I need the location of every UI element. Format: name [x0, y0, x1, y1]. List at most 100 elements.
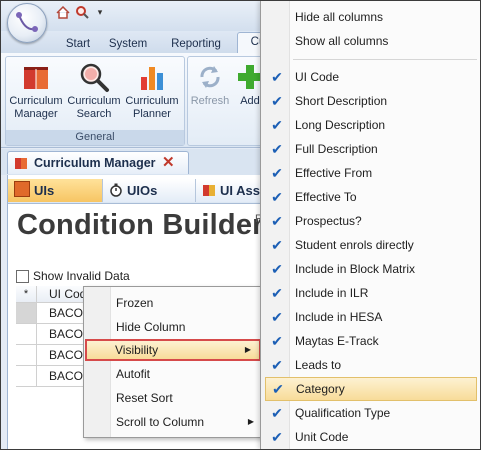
column-label: Effective From — [295, 166, 373, 180]
menu-item-reset-sort-label: Reset Sort — [116, 391, 173, 405]
column-label: Include in HESA — [295, 310, 383, 324]
page-title: Condition Builder — [17, 209, 264, 241]
application-menu-button[interactable] — [7, 3, 47, 43]
grid-header-marker: * — [16, 286, 37, 302]
column-toggle-maytas-e-track[interactable]: ✔ Maytas E-Track — [265, 329, 477, 353]
checkmark-icon: ✔ — [271, 405, 283, 421]
menu-item-reset-sort[interactable]: Reset Sort — [86, 387, 262, 409]
menu-item-visibility-label: Visibility — [115, 343, 159, 357]
column-toggle-long-description[interactable]: ✔ Long Description — [265, 113, 477, 137]
show-all-columns-label: Show all columns — [295, 34, 389, 48]
show-invalid-data-toggle[interactable]: Show Invalid Data — [16, 269, 130, 283]
checkmark-icon: ✔ — [271, 429, 283, 445]
column-label: Full Description — [295, 142, 378, 156]
refresh-icon — [194, 61, 226, 93]
curriculum-manager-icon — [20, 61, 52, 93]
close-icon[interactable]: ✕ — [162, 153, 175, 171]
menu-separator — [293, 59, 477, 60]
column-visibility-menu: Hide all columns Show all columns ✔ UI Co… — [260, 1, 480, 449]
magnifier-icon — [78, 61, 110, 93]
submenu-arrow-icon: ▶ — [244, 345, 251, 354]
column-label: Short Description — [295, 94, 388, 108]
curriculum-manager-button[interactable]: Curriculum Manager — [8, 59, 64, 121]
quick-access-toolbar: ▾ — [55, 4, 108, 20]
row-selector[interactable] — [16, 324, 37, 344]
column-toggle-leads-to[interactable]: ✔ Leads to — [265, 353, 477, 377]
assessment-book-icon — [202, 181, 216, 196]
column-context-menu: Frozen Hide Column Visibility ▶ Autofit R… — [83, 286, 265, 438]
curriculum-planner-button[interactable]: Curriculum Planner — [124, 59, 180, 121]
menu-item-scroll-to-column[interactable]: Scroll to Column ▶ — [86, 411, 262, 433]
tab-uios[interactable]: UIOs — [103, 179, 196, 202]
menu-item-hide-all-columns[interactable]: Hide all columns — [265, 5, 477, 29]
show-invalid-checkbox[interactable] — [16, 269, 29, 283]
column-toggle-effective-from[interactable]: ✔ Effective From — [265, 161, 477, 185]
tab-reporting[interactable]: Reporting — [163, 35, 229, 53]
ribbon-group-general-label: General — [6, 130, 184, 145]
row-selector[interactable] — [16, 303, 37, 323]
column-label: Unit Code — [295, 430, 349, 444]
column-toggle-include-in-hesa[interactable]: ✔ Include in HESA — [265, 305, 477, 329]
menu-item-show-all-columns[interactable]: Show all columns — [265, 29, 477, 53]
column-toggle-full-description[interactable]: ✔ Full Description — [265, 137, 477, 161]
curriculum-planner-label-2: Planner — [133, 108, 171, 120]
column-toggle-unit-code[interactable]: ✔ Unit Code — [265, 425, 477, 449]
application-window: ▾ Start System Reporting Cu Curriculum M… — [0, 0, 481, 450]
home-icon[interactable] — [55, 4, 71, 20]
column-toggle-ui-code[interactable]: ✔ UI Code — [265, 65, 477, 89]
tab-uis[interactable]: UIs — [8, 179, 103, 202]
tab-uios-label: UIOs — [127, 183, 158, 198]
checkmark-icon: ✔ — [271, 93, 283, 109]
column-label: Long Description — [295, 118, 386, 132]
menu-item-autofit-label: Autofit — [116, 367, 151, 381]
curriculum-search-button[interactable]: Curriculum Search — [66, 59, 122, 121]
row-selector[interactable] — [16, 366, 37, 386]
ribbon-group-general: Curriculum Manager Curriculum Search Cur… — [5, 56, 185, 146]
tab-uis-label: UIs — [34, 183, 55, 198]
customize-toolbar-icon[interactable]: ▾ — [92, 4, 108, 20]
column-label: UI Code — [295, 70, 340, 84]
doc-tab-curriculum-manager[interactable]: Curriculum Manager ✕ — [7, 151, 189, 174]
checkmark-icon: ✔ — [271, 69, 283, 85]
refresh-button[interactable]: Refresh — [186, 59, 234, 108]
search-icon[interactable] — [74, 4, 90, 20]
submenu-arrow-icon: ▶ — [247, 417, 254, 426]
column-toggle-prospectus[interactable]: ✔ Prospectus? — [265, 209, 477, 233]
menu-item-scroll-to-column-label: Scroll to Column — [116, 415, 205, 429]
column-toggle-include-in-ilr[interactable]: ✔ Include in ILR — [265, 281, 477, 305]
curriculum-search-label-2: Search — [76, 108, 112, 120]
checkmark-icon: ✔ — [271, 261, 283, 277]
column-label: Include in ILR — [295, 286, 369, 300]
column-label: Leads to — [295, 358, 342, 372]
column-toggle-include-in-block-matrix[interactable]: ✔ Include in Block Matrix — [265, 257, 477, 281]
menu-item-frozen[interactable]: Frozen — [86, 292, 262, 314]
menu-item-visibility[interactable]: Visibility ▶ — [85, 339, 261, 361]
menu-item-autofit[interactable]: Autofit — [86, 363, 262, 385]
column-label: Qualification Type — [295, 406, 391, 420]
checkmark-icon: ✔ — [271, 189, 283, 205]
column-toggle-qualification-type[interactable]: ✔ Qualification Type — [265, 401, 477, 425]
column-label: Category — [296, 382, 345, 396]
curriculum-planner-label-1: Curriculum — [125, 95, 179, 107]
column-label: Maytas E-Track — [295, 334, 379, 348]
checkmark-icon: ✔ — [271, 333, 283, 349]
tab-start[interactable]: Start — [53, 35, 103, 53]
column-label: Prospectus? — [295, 214, 362, 228]
column-toggle-effective-to[interactable]: ✔ Effective To — [265, 185, 477, 209]
checkmark-icon: ✔ — [271, 213, 283, 229]
curriculum-search-label-1: Curriculum — [67, 95, 121, 107]
curriculum-manager-label-2: Manager — [14, 108, 58, 120]
show-invalid-label: Show Invalid Data — [33, 269, 130, 283]
uis-icon — [14, 181, 30, 197]
curriculum-book-icon — [14, 156, 28, 173]
checkmark-icon: ✔ — [271, 357, 283, 373]
column-toggle-student-enrols-directly[interactable]: ✔ Student enrols directly — [265, 233, 477, 257]
bar-chart-icon — [136, 61, 168, 93]
doc-tab-label: Curriculum Manager — [34, 156, 156, 170]
row-selector[interactable] — [16, 345, 37, 365]
column-toggle-short-description[interactable]: ✔ Short Description — [265, 89, 477, 113]
tab-system[interactable]: System — [103, 35, 153, 53]
column-toggle-category[interactable]: ✔ Category — [265, 377, 477, 401]
menu-item-hide-column[interactable]: Hide Column — [86, 316, 262, 338]
column-label: Effective To — [295, 190, 357, 204]
